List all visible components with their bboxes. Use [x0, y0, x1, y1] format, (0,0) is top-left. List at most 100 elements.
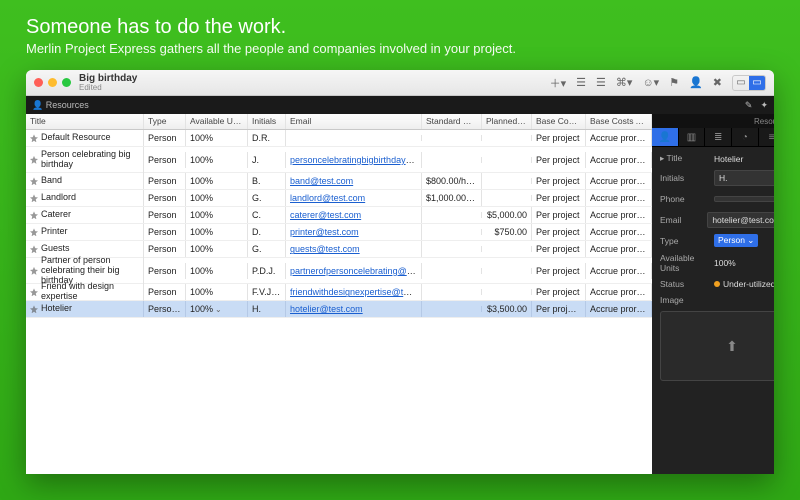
cell-units: 100%: [186, 207, 248, 223]
person-icon[interactable]: 👤: [689, 76, 703, 89]
settings-icon[interactable]: ✦: [760, 100, 768, 111]
filter-icon[interactable]: ✎: [745, 100, 753, 111]
inspector: Resource: Info 👤 ▥ ≣ ◔ ≡ ◪ ▸ TitleHoteli…: [652, 114, 774, 474]
table-row[interactable]: Person celebrating big birthdayPerson100…: [26, 147, 652, 173]
view-toggle[interactable]: ▭ ▭: [732, 75, 766, 91]
table-row[interactable]: CatererPerson100%C.caterer@test.com$5,00…: [26, 207, 652, 224]
cell-bct: Per project: [532, 173, 586, 189]
image-well[interactable]: ⬆: [660, 311, 774, 381]
zoom-icon[interactable]: [62, 78, 71, 87]
cell-email: guests@test.com: [286, 241, 422, 257]
email-link[interactable]: partnerofpersoncelebrating@test.com: [290, 266, 422, 276]
lbl-units: Available Units: [660, 253, 708, 273]
input-email[interactable]: hotelier@test.com: [707, 212, 774, 228]
add-button[interactable]: ＋▾: [550, 75, 567, 91]
table-row[interactable]: BandPerson100%B.band@test.com$800.00/hou…: [26, 173, 652, 190]
tab-time-icon[interactable]: ◔: [732, 128, 759, 146]
cell-units: 100%: [186, 190, 248, 206]
cell-planned: [482, 135, 532, 141]
cell-email: hotelier@test.com: [286, 301, 422, 317]
col-rate[interactable]: Standard Rate: [422, 114, 482, 129]
app-window: Big birthday Edited ＋▾ ☰ ☰ ⌘▾ ☺▾ ⚑ 👤 ✖ ▭…: [26, 70, 774, 474]
tab-info-icon[interactable]: 👤: [652, 128, 679, 146]
lbl-email: Email: [660, 215, 701, 225]
cell-units: 100%: [186, 130, 248, 146]
tab-cost-icon[interactable]: ≣: [705, 128, 732, 146]
col-title[interactable]: Title: [26, 114, 144, 129]
close-icon[interactable]: [34, 78, 43, 87]
cell-title: Caterer: [41, 210, 71, 220]
cell-initials: G.: [248, 241, 286, 257]
inspector-title: Resource: Info: [652, 114, 774, 128]
email-link[interactable]: band@test.com: [290, 176, 353, 186]
cell-initials: F.V.J.M.D.: [248, 284, 286, 300]
view-main-icon[interactable]: ▭: [733, 76, 749, 90]
window-subtitle: Edited: [79, 84, 137, 92]
cell-title: Band: [41, 176, 62, 186]
col-units[interactable]: Available Units: [186, 114, 248, 129]
cell-bct: Per project: [532, 301, 586, 317]
cell-email: personcelebratingbigbirthday@test.com: [286, 152, 422, 168]
cell-bct: Per project: [532, 190, 586, 206]
minimize-icon[interactable]: [48, 78, 57, 87]
resources-table: Title Type Available Units Initials Emai…: [26, 114, 652, 474]
table-row[interactable]: Default ResourcePerson100%D.R.Per projec…: [26, 130, 652, 147]
indent-right-icon[interactable]: ☰: [596, 76, 606, 89]
email-link[interactable]: printer@test.com: [290, 227, 359, 237]
cell-type: Person: [144, 207, 186, 223]
tab-cal-icon[interactable]: ▥: [679, 128, 706, 146]
cell-title: Landlord: [41, 193, 76, 203]
lbl-type: Type: [660, 236, 708, 246]
indent-left-icon[interactable]: ☰: [576, 76, 586, 89]
table-row[interactable]: Friend with design expertisePerson100%F.…: [26, 284, 652, 301]
table-row[interactable]: HotelierPerson100%H.hotelier@test.com$3,…: [26, 301, 652, 318]
email-link[interactable]: caterer@test.com: [290, 210, 361, 220]
cell-type: Person: [144, 284, 186, 300]
email-link[interactable]: friendwithdesignexpertise@test.com: [290, 287, 422, 297]
window-title: Big birthday: [79, 74, 137, 84]
flag-icon[interactable]: ⚑: [669, 76, 679, 89]
cell-planned: [482, 246, 532, 252]
cell-bct: Per project: [532, 284, 586, 300]
cell-units: 100%: [186, 152, 248, 168]
email-link[interactable]: hotelier@test.com: [290, 304, 363, 314]
wrench-icon[interactable]: ✖: [713, 76, 722, 89]
col-bct[interactable]: Base Costs Type: [532, 114, 586, 129]
tab-list-icon[interactable]: ≡: [759, 128, 774, 146]
person-icon: [30, 177, 38, 185]
col-email[interactable]: Email: [286, 114, 422, 129]
email-link[interactable]: personcelebratingbigbirthday@test.com: [290, 155, 422, 165]
email-link[interactable]: landlord@test.com: [290, 193, 365, 203]
cell-accrual: Accrue prorated: [586, 173, 652, 189]
link-icon[interactable]: ⌘▾: [616, 76, 633, 89]
cell-accrual: Accrue prorated: [586, 301, 652, 317]
person-icon: [30, 156, 38, 164]
cell-email: landlord@test.com: [286, 190, 422, 206]
val-status: Under-utilized: [714, 279, 774, 289]
cell-title: Default Resource: [41, 133, 111, 143]
smiley-icon[interactable]: ☺▾: [642, 76, 659, 89]
toolbar: ＋▾ ☰ ☰ ⌘▾ ☺▾ ⚑ 👤 ✖ ▭ ▭: [550, 75, 766, 91]
select-type[interactable]: Person ⌄: [714, 234, 758, 247]
cell-bct: Per project: [532, 224, 586, 240]
input-phone[interactable]: [714, 196, 774, 202]
col-accrual[interactable]: Base Costs Accrual: [586, 114, 652, 129]
person-icon: [30, 211, 38, 219]
cell-initials: D.R.: [248, 130, 286, 146]
lbl-image: Image: [660, 295, 708, 305]
view-inspector-icon[interactable]: ▭: [749, 76, 765, 90]
cell-planned: $5,000.00: [482, 207, 532, 223]
cell-accrual: Accrue prorated: [586, 284, 652, 300]
cell-units: 100%: [186, 224, 248, 240]
email-link[interactable]: guests@test.com: [290, 244, 360, 254]
cell-planned: $750.00: [482, 224, 532, 240]
table-row[interactable]: PrinterPerson100%D.printer@test.com$750.…: [26, 224, 652, 241]
col-initials[interactable]: Initials: [248, 114, 286, 129]
input-initials[interactable]: H.: [714, 170, 774, 186]
col-type[interactable]: Type: [144, 114, 186, 129]
cell-accrual: Accrue prorated: [586, 224, 652, 240]
col-plan[interactable]: Planned Base Costs: [482, 114, 532, 129]
cell-accrual: Accrue prorated: [586, 263, 652, 279]
cell-units: 100%: [186, 301, 248, 317]
table-row[interactable]: LandlordPerson100%G.landlord@test.com$1,…: [26, 190, 652, 207]
